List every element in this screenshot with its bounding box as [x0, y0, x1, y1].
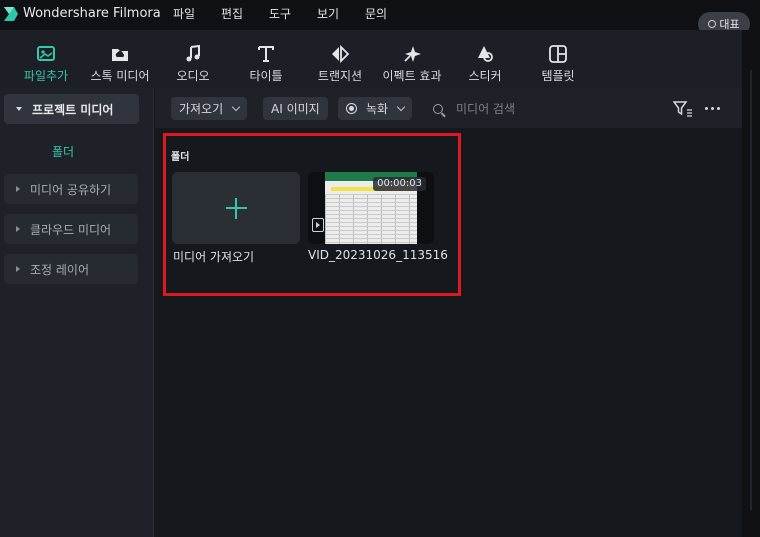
menu-edit[interactable]: 편집	[221, 5, 243, 22]
folder-title: 폴더	[171, 152, 190, 163]
music-note-icon	[186, 44, 200, 62]
template-grid-icon	[549, 45, 567, 63]
record-icon	[346, 103, 357, 114]
sidebar-item-project-media[interactable]: 프로젝트 미디어	[4, 94, 139, 124]
chevron-down-icon	[16, 107, 22, 111]
filmora-logo-icon	[4, 7, 18, 21]
tab-stickers[interactable]: 스티커	[447, 44, 523, 84]
menu-tools[interactable]: 도구	[269, 5, 291, 22]
main-toolbar: 파일추가 스톡 미디어 오디오 타이틀 트랜지션 이펙트 효과 스티커 템플릿	[0, 30, 742, 88]
search-icon	[433, 103, 443, 114]
more-options-icon[interactable]	[705, 107, 720, 110]
tab-effects[interactable]: 이펙트 효과	[374, 44, 450, 84]
sidebar: 프로젝트 미디어 폴더 미디어 공유하기 클라우드 미디어 조정 레이어	[0, 88, 154, 537]
search-input[interactable]: 미디어 검색	[433, 100, 515, 117]
menu-file[interactable]: 파일	[173, 5, 195, 22]
media-icon	[37, 46, 55, 61]
video-clip-name: VID_20231026_113516	[308, 248, 448, 262]
chevron-right-icon	[16, 226, 20, 232]
ai-image-button[interactable]: AI 이미지	[263, 97, 328, 120]
chevron-right-icon	[16, 186, 20, 192]
video-clip-tile[interactable]: 00:00:03	[308, 172, 434, 244]
sidebar-item-adjustment-layer[interactable]: 조정 레이어	[4, 254, 138, 284]
sidebar-item-shared-media[interactable]: 미디어 공유하기	[4, 174, 138, 204]
chevron-right-icon	[16, 266, 20, 272]
transition-icon	[332, 44, 350, 64]
menu-help[interactable]: 문의	[365, 5, 387, 22]
tab-transitions[interactable]: 트랜지션	[302, 44, 378, 84]
clip-duration: 00:00:03	[373, 177, 426, 191]
circle-icon	[708, 20, 717, 28]
tab-media[interactable]: 파일추가	[8, 44, 84, 84]
app-title: Wondershare Filmora	[23, 6, 161, 21]
filter-icon[interactable]	[673, 101, 693, 117]
stock-media-icon	[112, 49, 128, 61]
sticker-icon	[478, 46, 493, 62]
sidebar-item-folder[interactable]: 폴더	[52, 143, 74, 160]
record-dropdown[interactable]: 녹화	[338, 97, 413, 120]
right-panel-edge	[742, 30, 760, 537]
tab-titles[interactable]: 타이틀	[228, 44, 304, 84]
media-content: 가져오기 AI 이미지 녹화 미디어 검색 폴더 미디어 가져오기 00:00:…	[155, 88, 742, 537]
import-media-label: 미디어 가져오기	[173, 250, 255, 264]
sidebar-item-cloud-media[interactable]: 클라우드 미디어	[4, 214, 138, 244]
media-toolbar: 가져오기 AI 이미지 녹화 미디어 검색	[155, 88, 742, 128]
chevron-down-icon	[231, 102, 241, 111]
tab-audio[interactable]: 오디오	[155, 44, 231, 84]
chevron-down-icon	[396, 102, 406, 111]
tab-stock-media[interactable]: 스톡 미디어	[82, 44, 158, 84]
tab-templates[interactable]: 템플릿	[520, 44, 596, 84]
video-file-icon	[312, 218, 324, 232]
title-t-icon	[258, 46, 274, 62]
title-bar: Wondershare Filmora 파일 편집 도구 보기 문의 대표	[0, 0, 760, 36]
menu-view[interactable]: 보기	[317, 5, 339, 22]
effects-sparkle-icon	[404, 46, 421, 62]
import-media-tile[interactable]	[172, 172, 300, 244]
import-dropdown[interactable]: 가져오기	[171, 97, 248, 120]
